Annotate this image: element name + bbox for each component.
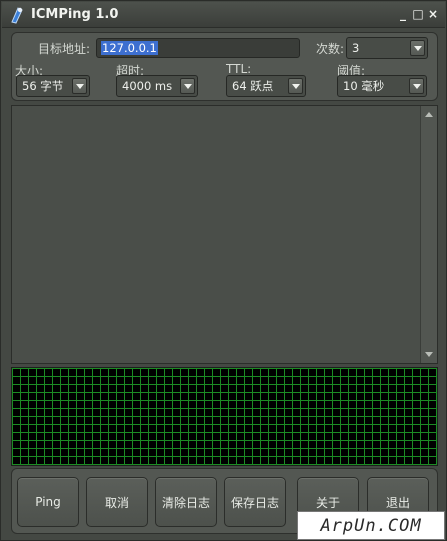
target-address-input[interactable]: 127.0.0.1 (96, 38, 300, 58)
title-bar[interactable]: ICMPing 1.0 _ □ × (2, 2, 445, 28)
clear-log-button[interactable]: 清除日志 (155, 477, 217, 527)
maximize-icon[interactable]: □ (412, 8, 424, 20)
minimize-icon[interactable]: _ (397, 8, 409, 20)
chevron-down-icon[interactable] (72, 78, 87, 94)
count-select[interactable]: 3 (346, 37, 428, 59)
ping-button[interactable]: Ping (17, 477, 79, 527)
target-address-value: 127.0.0.1 (101, 41, 158, 55)
ttl-value: 64 跃点 (232, 79, 274, 93)
count-label: 次数: (316, 42, 345, 56)
cancel-button[interactable]: 取消 (86, 477, 148, 527)
settings-panel: 目标地址: 127.0.0.1 次数: 3 大小: 56 字节 超时: 4000… (11, 32, 438, 101)
chevron-down-icon[interactable] (180, 78, 195, 94)
window-controls: _ □ × (397, 8, 439, 20)
log-output[interactable] (11, 105, 438, 364)
scroll-down-icon[interactable] (422, 347, 437, 362)
size-select[interactable]: 56 字节 (16, 75, 90, 97)
scroll-up-icon[interactable] (422, 107, 437, 122)
timeout-value: 4000 ms (122, 79, 173, 93)
ttl-select[interactable]: 64 跃点 (226, 75, 306, 97)
chevron-down-icon[interactable] (409, 78, 424, 94)
response-time-graph (11, 367, 438, 466)
close-icon[interactable]: × (427, 8, 439, 20)
save-log-button[interactable]: 保存日志 (224, 477, 286, 527)
app-logo-icon (9, 6, 25, 24)
threshold-select[interactable]: 10 毫秒 (337, 75, 427, 97)
size-value: 56 字节 (22, 79, 64, 93)
site-watermark: ArpUn.COM (297, 511, 445, 540)
log-scrollbar[interactable] (420, 106, 437, 363)
threshold-value: 10 毫秒 (343, 79, 385, 93)
app-window: ICMPing 1.0 _ □ × 目标地址: 127.0.0.1 次数: 3 … (0, 0, 447, 541)
count-value: 3 (352, 41, 360, 55)
chevron-down-icon[interactable] (288, 78, 303, 94)
target-address-label: 目标地址: (38, 42, 91, 56)
timeout-select[interactable]: 4000 ms (116, 75, 198, 97)
chevron-down-icon[interactable] (410, 40, 425, 56)
window-title: ICMPing 1.0 (31, 7, 119, 22)
ttl-label: TTL: (226, 62, 252, 76)
